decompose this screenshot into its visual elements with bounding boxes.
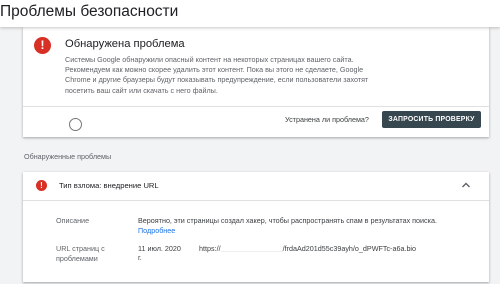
detected-issues-heading: Обнаруженные проблемы	[24, 152, 112, 161]
redacted-domain	[220, 244, 283, 252]
url-suffix: /frdaAd201d55c39ayh/o_dPWFTc-a6a.bio	[282, 244, 417, 253]
issue-card: ! Тип взлома: внедрение URL Описание Вер…	[23, 172, 489, 282]
url-prefix: https://	[199, 244, 221, 253]
resolved-radio[interactable]	[69, 118, 82, 131]
alert-card: ! Обнаружена проблема Системы Google обн…	[23, 27, 489, 137]
description-label: Описание	[56, 216, 90, 225]
request-review-button[interactable]: ЗАПРОСИТЬ ПРОВЕРКУ	[382, 111, 481, 128]
affected-urls-label: URL страниц с проблемами	[56, 244, 105, 263]
error-icon: !	[36, 180, 47, 191]
alert-title: Обнаружена проблема	[65, 38, 185, 50]
error-icon: !	[34, 37, 51, 54]
alert-body-text: Системы Google обнаружили опасный контен…	[65, 55, 369, 95]
divider	[23, 106, 489, 107]
divider	[23, 200, 489, 201]
chevron-up-icon[interactable]	[459, 178, 473, 192]
description-text: Вероятно, эти страницы создал хакер, что…	[138, 216, 437, 225]
description-value: Вероятно, эти страницы создал хакер, что…	[138, 216, 448, 235]
page-title: Проблемы безопасности	[0, 3, 179, 20]
url-date: 11 июл. 2020	[138, 244, 181, 253]
top-bar: Проблемы безопасности	[0, 0, 500, 27]
learn-more-link[interactable]: Подробнее	[138, 226, 175, 235]
affected-url[interactable]: https:// /frdaAd201d55c39ayh/o_dPWFTc-a6a…	[199, 244, 416, 253]
url-date-suffix: г.	[138, 253, 142, 262]
resolved-question-label: Устранена ли проблема?	[285, 115, 369, 124]
issue-title[interactable]: Тип взлома: внедрение URL	[59, 181, 159, 190]
